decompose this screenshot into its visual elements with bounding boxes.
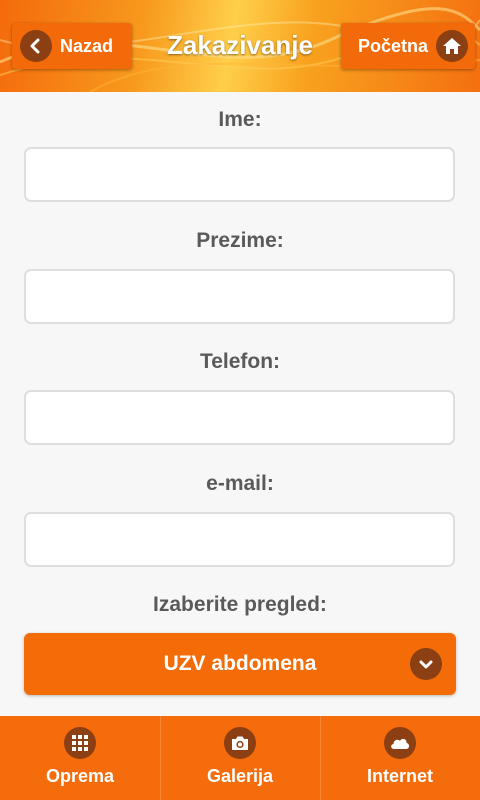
- email-label: e-mail:: [206, 472, 274, 495]
- nav-label-internet: Internet: [366, 766, 433, 786]
- nav-label-oprema: Oprema: [45, 766, 115, 786]
- home-button[interactable]: Početna: [341, 23, 475, 69]
- last-name-field[interactable]: [24, 269, 455, 324]
- nav-label-galerija: Galerija: [206, 766, 274, 786]
- exam-select-value: UZV abdomena: [163, 652, 317, 675]
- exam-select[interactable]: UZV abdomena: [24, 633, 456, 695]
- nav-item-internet[interactable]: Internet: [320, 716, 480, 800]
- first-name-label: Ime:: [218, 108, 262, 131]
- bottom-nav: Oprema Galerija Internet: [0, 716, 480, 800]
- exam-label: Izaberite pregled:: [153, 593, 327, 616]
- camera-icon: [224, 727, 256, 759]
- home-button-label: Početna: [358, 35, 429, 56]
- nav-item-galerija[interactable]: Galerija: [160, 716, 320, 800]
- nav-item-oprema[interactable]: Oprema: [0, 716, 160, 800]
- grid-icon: [64, 727, 96, 759]
- first-name-field[interactable]: [24, 147, 455, 202]
- home-icon: [436, 30, 469, 62]
- last-name-label: Prezime:: [196, 229, 284, 252]
- phone-label: Telefon:: [199, 350, 281, 373]
- phone-field[interactable]: [24, 390, 455, 445]
- app-header: Nazad Zakazivanje Početna: [0, 0, 480, 92]
- cloud-icon: [384, 727, 416, 759]
- email-field[interactable]: [24, 512, 455, 567]
- chevron-down-icon: [410, 648, 442, 680]
